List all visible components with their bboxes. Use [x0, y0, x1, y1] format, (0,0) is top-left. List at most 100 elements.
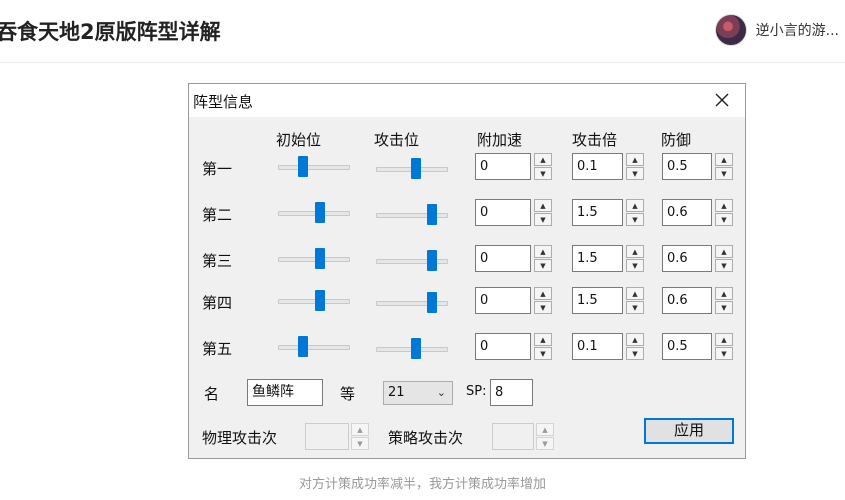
attack-pos-slider-thumb[interactable]: [410, 158, 421, 179]
init-pos-slider[interactable]: [278, 336, 350, 358]
triangle-down-icon[interactable]: ▼: [626, 167, 644, 180]
init-pos-slider-track[interactable]: [278, 345, 350, 350]
triangle-up-icon[interactable]: ▲: [534, 333, 552, 346]
init-pos-slider[interactable]: [278, 290, 350, 312]
triangle-down-icon[interactable]: ▼: [534, 167, 552, 180]
attack-mult-stepper[interactable]: 0.1 ▲ ▼: [572, 153, 644, 180]
triangle-up-icon[interactable]: ▲: [626, 153, 644, 166]
author-name[interactable]: 逆小言的游...: [756, 20, 839, 40]
strategy-attack-field[interactable]: [492, 423, 534, 450]
init-pos-slider[interactable]: [278, 156, 350, 178]
triangle-down-icon[interactable]: ▼: [626, 347, 644, 360]
attack-mult-field[interactable]: 0.1: [572, 333, 623, 360]
triangle-down-icon[interactable]: ▼: [534, 259, 552, 272]
defense-stepper[interactable]: 0.5 ▲ ▼: [662, 333, 733, 360]
triangle-down-icon[interactable]: ▼: [715, 213, 733, 226]
init-pos-slider-thumb[interactable]: [314, 202, 325, 223]
triangle-up-icon[interactable]: ▲: [626, 287, 644, 300]
attack-pos-slider-thumb[interactable]: [427, 204, 438, 225]
triangle-up-icon[interactable]: ▲: [534, 287, 552, 300]
triangle-up-icon[interactable]: ▲: [715, 245, 733, 258]
triangle-up-icon[interactable]: ▲: [536, 423, 554, 436]
attack-pos-slider[interactable]: [376, 292, 448, 314]
speed-field[interactable]: 0: [475, 199, 531, 226]
attack-pos-slider-thumb[interactable]: [427, 292, 438, 313]
author-info[interactable]: 逆小言的游...: [714, 14, 839, 46]
defense-field[interactable]: 0.6: [662, 287, 712, 314]
triangle-down-icon[interactable]: ▼: [626, 213, 644, 226]
attack-pos-slider-thumb[interactable]: [410, 338, 421, 359]
attack-mult-stepper[interactable]: 1.5 ▲ ▼: [572, 199, 644, 226]
defense-stepper[interactable]: 0.6 ▲ ▼: [662, 287, 733, 314]
speed-field[interactable]: 0: [475, 333, 531, 360]
phys-attack-field[interactable]: [305, 423, 349, 450]
speed-field[interactable]: 0: [475, 245, 531, 272]
init-pos-slider-track[interactable]: [278, 165, 350, 170]
attack-mult-stepper[interactable]: 1.5 ▲ ▼: [572, 245, 644, 272]
attack-pos-slider[interactable]: [376, 338, 448, 360]
speed-stepper[interactable]: 0 ▲ ▼: [475, 153, 552, 180]
triangle-up-icon[interactable]: ▲: [626, 333, 644, 346]
triangle-down-icon[interactable]: ▼: [534, 301, 552, 314]
attack-pos-slider-track[interactable]: [376, 259, 448, 264]
speed-stepper[interactable]: 0 ▲ ▼: [475, 199, 552, 226]
strategy-attack-stepper[interactable]: ▲ ▼: [492, 423, 554, 450]
attack-mult-field[interactable]: 1.5: [572, 245, 623, 272]
triangle-down-icon[interactable]: ▼: [715, 167, 733, 180]
triangle-down-icon[interactable]: ▼: [715, 301, 733, 314]
attack-mult-field[interactable]: 1.5: [572, 287, 623, 314]
triangle-up-icon[interactable]: ▲: [626, 245, 644, 258]
dialog-titlebar[interactable]: 阵型信息: [189, 84, 745, 117]
attack-mult-field[interactable]: 1.5: [572, 199, 623, 226]
attack-pos-slider[interactable]: [376, 158, 448, 180]
attack-pos-slider[interactable]: [376, 204, 448, 226]
triangle-down-icon[interactable]: ▼: [534, 347, 552, 360]
close-button[interactable]: [709, 87, 735, 113]
triangle-up-icon[interactable]: ▲: [534, 153, 552, 166]
defense-field[interactable]: 0.6: [662, 245, 712, 272]
attack-pos-slider[interactable]: [376, 250, 448, 272]
triangle-up-icon[interactable]: ▲: [351, 423, 369, 436]
triangle-down-icon[interactable]: ▼: [626, 301, 644, 314]
triangle-up-icon[interactable]: ▲: [534, 199, 552, 212]
attack-pos-slider-thumb[interactable]: [427, 250, 438, 271]
speed-stepper[interactable]: 0 ▲ ▼: [475, 245, 552, 272]
defense-field[interactable]: 0.6: [662, 199, 712, 226]
apply-button[interactable]: 应用: [644, 418, 734, 444]
init-pos-slider-thumb[interactable]: [298, 336, 309, 357]
triangle-up-icon[interactable]: ▲: [626, 199, 644, 212]
speed-stepper[interactable]: 0 ▲ ▼: [475, 333, 552, 360]
triangle-up-icon[interactable]: ▲: [715, 333, 733, 346]
attack-pos-slider-track[interactable]: [376, 213, 448, 218]
attack-mult-field[interactable]: 0.1: [572, 153, 623, 180]
speed-field[interactable]: 0: [475, 153, 531, 180]
defense-stepper[interactable]: 0.5 ▲ ▼: [662, 153, 733, 180]
triangle-down-icon[interactable]: ▼: [715, 259, 733, 272]
name-input[interactable]: 鱼鳞阵: [247, 379, 323, 406]
defense-stepper[interactable]: 0.6 ▲ ▼: [662, 245, 733, 272]
defense-stepper[interactable]: 0.6 ▲ ▼: [662, 199, 733, 226]
triangle-down-icon[interactable]: ▼: [534, 213, 552, 226]
triangle-up-icon[interactable]: ▲: [715, 287, 733, 300]
triangle-up-icon[interactable]: ▲: [534, 245, 552, 258]
init-pos-slider-thumb[interactable]: [298, 156, 309, 177]
phys-attack-stepper[interactable]: ▲ ▼: [305, 423, 369, 450]
init-pos-slider-thumb[interactable]: [314, 248, 325, 269]
level-select[interactable]: 21 ⌄: [383, 381, 453, 405]
defense-field[interactable]: 0.5: [662, 153, 712, 180]
triangle-up-icon[interactable]: ▲: [715, 199, 733, 212]
avatar[interactable]: [714, 14, 747, 46]
speed-field[interactable]: 0: [475, 287, 531, 314]
triangle-down-icon[interactable]: ▼: [715, 347, 733, 360]
init-pos-slider-thumb[interactable]: [314, 290, 325, 311]
defense-field[interactable]: 0.5: [662, 333, 712, 360]
triangle-down-icon[interactable]: ▼: [351, 437, 369, 450]
attack-pos-slider-track[interactable]: [376, 301, 448, 306]
sp-input[interactable]: 8: [490, 379, 533, 406]
attack-mult-stepper[interactable]: 0.1 ▲ ▼: [572, 333, 644, 360]
attack-mult-stepper[interactable]: 1.5 ▲ ▼: [572, 287, 644, 314]
triangle-down-icon[interactable]: ▼: [626, 259, 644, 272]
speed-stepper[interactable]: 0 ▲ ▼: [475, 287, 552, 314]
init-pos-slider[interactable]: [278, 248, 350, 270]
triangle-down-icon[interactable]: ▼: [536, 437, 554, 450]
